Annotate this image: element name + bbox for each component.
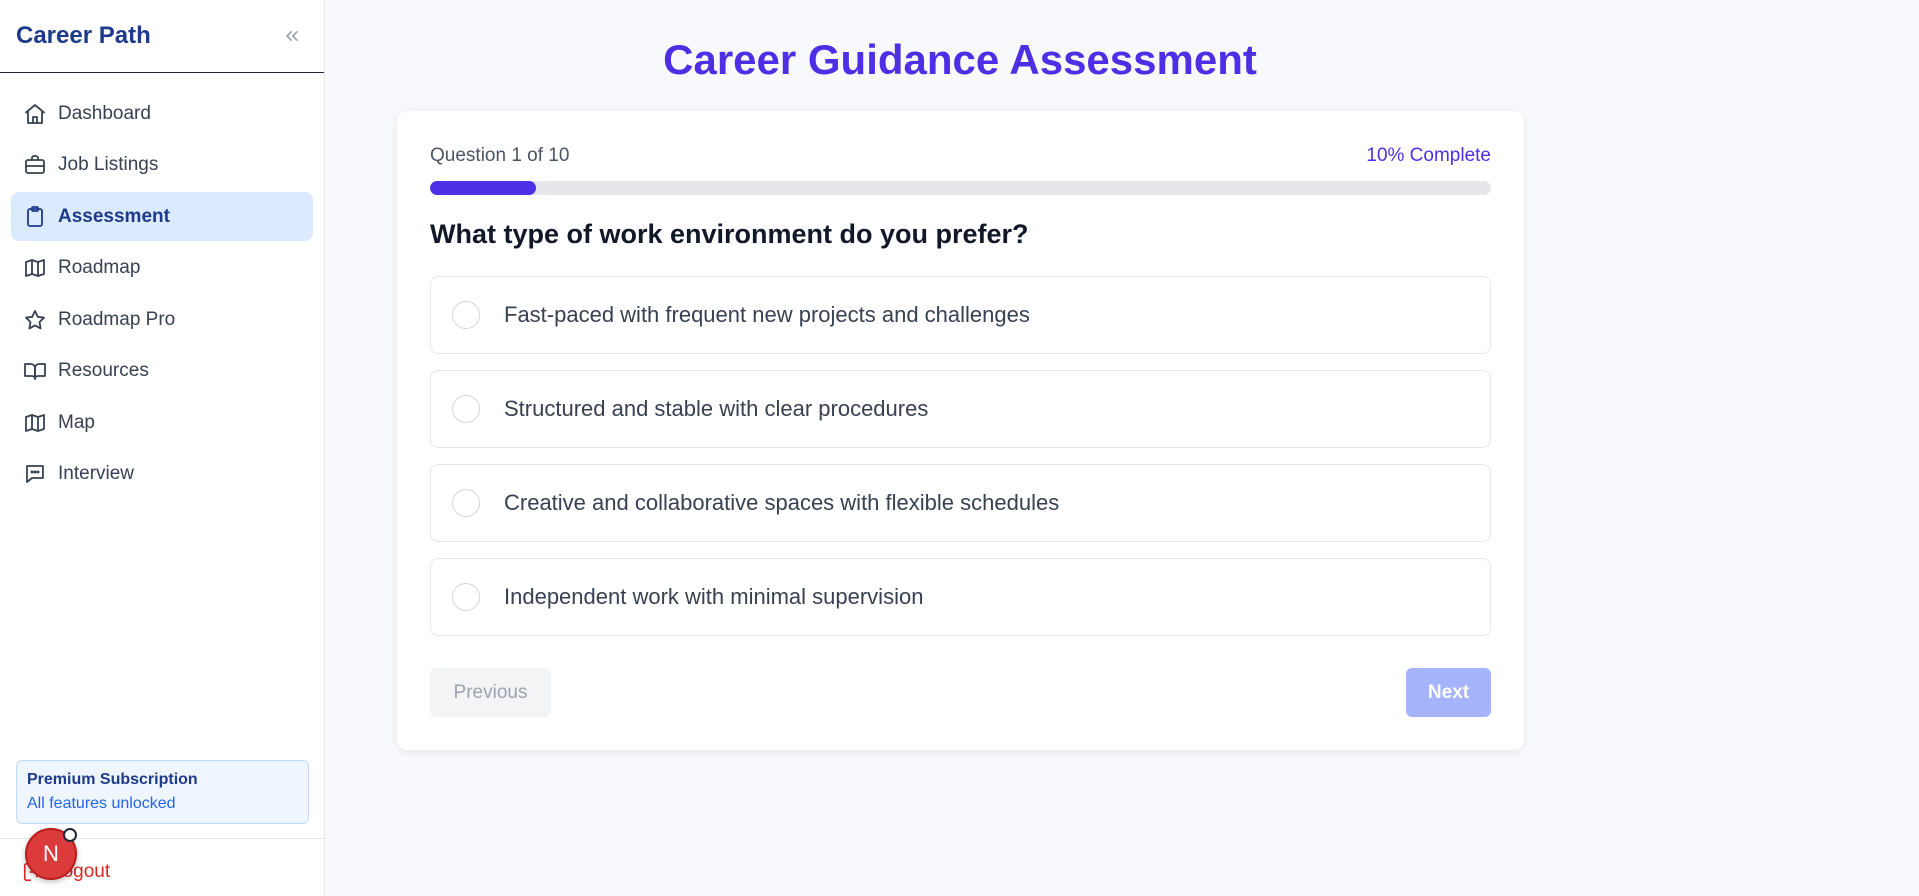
- radio-button[interactable]: [452, 301, 480, 329]
- chevrons-left-icon: [286, 31, 298, 42]
- brand-title: Career Path: [16, 22, 151, 49]
- premium-title: Premium Subscription: [27, 771, 198, 788]
- sidebar: Career Path Dashboard Job Listings Asses…: [0, 0, 325, 896]
- collapse-sidebar-button[interactable]: [280, 24, 304, 48]
- briefcase-icon: [22, 152, 48, 178]
- question-counter: Question 1 of 10: [430, 145, 570, 166]
- sidebar-item-label: Interview: [58, 463, 135, 484]
- app-root: Career Path Dashboard Job Listings Asses…: [0, 0, 1919, 896]
- radio-button[interactable]: [452, 489, 480, 517]
- sidebar-nav: Dashboard Job Listings Assessment Roadma…: [0, 73, 324, 499]
- next-button[interactable]: Next: [1406, 668, 1491, 717]
- answer-option-label: Fast-paced with frequent new projects an…: [504, 302, 1030, 327]
- progress-bar: [430, 181, 1491, 195]
- avatar-status-dot: [63, 828, 77, 842]
- sidebar-item-label: Job Listings: [58, 154, 159, 175]
- premium-subscription-card: Premium Subscription All features unlock…: [16, 760, 309, 824]
- page-title: Career Guidance Assessment: [663, 36, 1257, 83]
- home-icon: [22, 101, 48, 127]
- answer-option-label: Structured and stable with clear procedu…: [504, 396, 929, 421]
- progress-header: Question 1 of 10 10% Complete: [430, 145, 1491, 167]
- assessment-card: Question 1 of 10 10% Complete What type …: [397, 111, 1524, 750]
- sidebar-item-map[interactable]: Map: [11, 398, 313, 447]
- answer-option-label: Independent work with minimal supervisio…: [504, 584, 924, 609]
- sidebar-item-label: Roadmap Pro: [58, 308, 176, 330]
- premium-subtitle: All features unlocked: [27, 795, 176, 812]
- answer-options: Fast-paced with frequent new projects an…: [430, 276, 1491, 652]
- map-icon: [22, 410, 48, 436]
- progress-bar-fill: [430, 181, 537, 195]
- sidebar-item-roadmap[interactable]: Roadmap: [11, 244, 313, 293]
- sidebar-item-label: Assessment: [58, 205, 170, 227]
- sidebar-item-job-listings[interactable]: Job Listings: [11, 141, 313, 190]
- sidebar-header: Career Path: [0, 0, 324, 73]
- answer-option-label: Creative and collaborative spaces with f…: [504, 490, 1060, 515]
- sidebar-item-dashboard[interactable]: Dashboard: [11, 89, 313, 138]
- answer-option[interactable]: Structured and stable with clear procedu…: [430, 370, 1491, 448]
- sidebar-item-interview[interactable]: Interview: [11, 450, 313, 499]
- previous-button[interactable]: Previous: [430, 668, 551, 717]
- answer-option[interactable]: Independent work with minimal supervisio…: [430, 558, 1491, 636]
- radio-button[interactable]: [452, 395, 480, 423]
- sidebar-item-label: Resources: [58, 360, 149, 381]
- message-icon: [22, 461, 48, 487]
- sidebar-item-label: Dashboard: [58, 102, 151, 124]
- sidebar-item-roadmap-pro[interactable]: Roadmap Pro: [11, 295, 313, 344]
- question-text: What type of work environment do you pre…: [430, 219, 1029, 249]
- star-icon: [22, 307, 48, 333]
- sidebar-item-label: Map: [58, 411, 95, 433]
- sidebar-item-resources[interactable]: Resources: [11, 347, 313, 396]
- completion-percent: 10% Complete: [1366, 145, 1491, 166]
- answer-option[interactable]: Fast-paced with frequent new projects an…: [430, 276, 1491, 354]
- answer-option[interactable]: Creative and collaborative spaces with f…: [430, 464, 1491, 542]
- sidebar-item-label: Roadmap: [58, 257, 141, 278]
- map-icon: [22, 255, 48, 281]
- book-open-icon: [22, 358, 48, 384]
- sidebar-item-assessment[interactable]: Assessment: [11, 192, 313, 241]
- clipboard-icon: [22, 204, 48, 230]
- radio-button[interactable]: [452, 583, 480, 611]
